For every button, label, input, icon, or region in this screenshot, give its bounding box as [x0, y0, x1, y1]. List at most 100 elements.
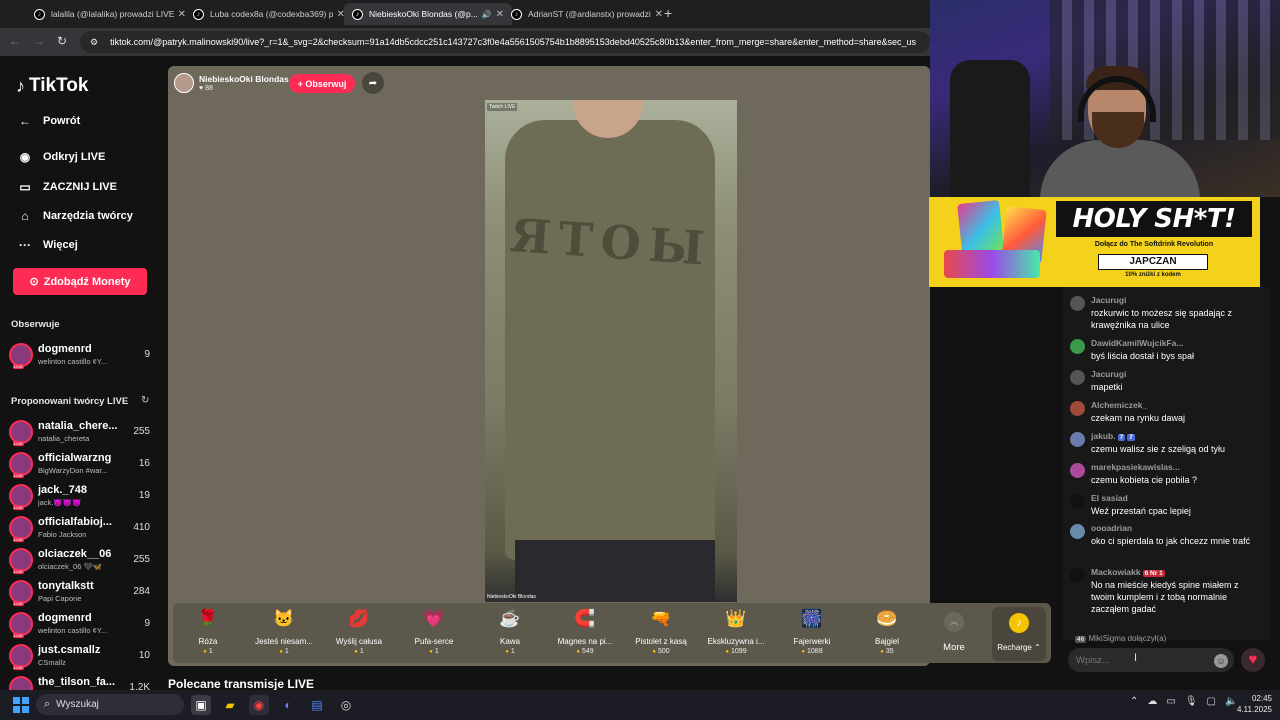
back-arrow-icon[interactable]: ←: [9, 34, 21, 48]
file-explorer-icon[interactable]: ▰: [220, 695, 240, 715]
gift-price: 35: [852, 648, 922, 655]
chat-username[interactable]: Alchemiczek_: [1091, 400, 1147, 410]
display-icon[interactable]: ▢: [1207, 696, 1216, 707]
discord-icon[interactable]: ◐: [278, 695, 298, 715]
speaker-icon[interactable]: 🔊: [482, 10, 492, 19]
chat-username[interactable]: jakub. 7 7: [1091, 431, 1135, 441]
browser-tab[interactable]: ♪ lalalila (@lalalika) prowadzi LIVE ✕: [26, 3, 194, 25]
ad-title: HOLY SH*T!: [1056, 201, 1252, 237]
chat-message-text: czemu walisz sie z szeligą od tyłu: [1091, 444, 1226, 454]
suggested-creator[interactable]: olciaczek__06 olciaczek_06 🖤🦋 255: [9, 546, 154, 576]
recharge-button[interactable]: ♪ Recharge ⌃: [992, 607, 1046, 661]
chat-username[interactable]: oooadrian: [1091, 523, 1132, 533]
video-player[interactable]: ЯTOЫ: [485, 100, 737, 602]
video-watermark-bottom: NiebieskoOki Blondas: [487, 594, 536, 600]
microphone-icon[interactable]: 🎙: [1185, 696, 1198, 707]
avatar[interactable]: [1070, 463, 1085, 478]
chat-username-text: DawidKamilWujcikFa...: [1091, 338, 1184, 348]
nav-more[interactable]: ··· Więcej: [16, 238, 78, 252]
avatar[interactable]: [1070, 568, 1085, 583]
follow-button[interactable]: + Obserwuj: [289, 74, 355, 93]
windows-start-icon[interactable]: [13, 697, 29, 713]
host-avatar[interactable]: [174, 73, 194, 93]
chevron-up-icon[interactable]: ⌃: [1130, 696, 1138, 707]
suggested-creator[interactable]: dogmenrd welinton castillo ¢Y... 9: [9, 610, 154, 640]
browser-tab[interactable]: ♪ Luba codex8a (@codexba369) prow ✕: [185, 3, 353, 25]
suggested-creator[interactable]: officialwarzng BigWarzyDon #war... 16: [9, 450, 154, 480]
chrome-icon[interactable]: ◉: [249, 695, 269, 715]
app-icon[interactable]: ▤: [307, 695, 327, 715]
share-icon[interactable]: ➦: [362, 72, 384, 94]
avatar[interactable]: [1070, 524, 1085, 539]
suggested-creator[interactable]: jack._748 jack.😈😈😈 19: [9, 482, 154, 512]
more-gifts-button[interactable]: ︿ More: [940, 612, 968, 653]
chat-username[interactable]: El sasiad: [1091, 493, 1128, 503]
like-heart-button[interactable]: ♥: [1241, 648, 1265, 672]
joined-notice: 46 MikiSigma dołączył(a): [1075, 634, 1167, 643]
cloud-icon[interactable]: ☁: [1147, 696, 1157, 707]
nav-start-live[interactable]: ▭ ZACZNIJ LIVE: [16, 180, 117, 194]
webcam-chair: [950, 60, 1030, 197]
nav-discover-live[interactable]: ◉ Odkryj LIVE: [16, 150, 106, 164]
tiktok-logo[interactable]: ♪ TikTok: [16, 75, 88, 97]
close-tab-icon[interactable]: ✕: [655, 9, 663, 20]
get-coins-button[interactable]: ⊙ Zdobądź Monety: [13, 268, 147, 295]
suggested-creator[interactable]: the_tilson_fa... 1,2K: [9, 674, 154, 690]
gift-item[interactable]: 🔫 Pistolet z kasą 500: [626, 607, 696, 655]
site-settings-icon[interactable]: ⚙: [90, 37, 98, 48]
gift-item[interactable]: 💗 Pufa-serce 1: [399, 607, 469, 655]
chat-username-text: Jacurugi: [1091, 295, 1127, 305]
chat-username[interactable]: marekpasiekawislas...: [1091, 462, 1180, 472]
chat-message-text: czemu kobieta cie pobila ?: [1091, 475, 1198, 485]
chat-message-text: Weź przestań cpac lepiej: [1091, 506, 1191, 516]
host-name[interactable]: NiebieskoOki Blondas: [199, 74, 289, 84]
emoji-icon[interactable]: ☺: [1214, 654, 1228, 668]
gift-item[interactable]: 🥯 Bajgiel 35: [852, 607, 922, 655]
gift-item[interactable]: ☕ Kawa 1: [475, 607, 545, 655]
chat-username-text: Jacurugi: [1091, 369, 1127, 379]
suggested-creator[interactable]: natalia_chere... natalia_chereta 255: [9, 418, 154, 448]
gift-item[interactable]: 🐱 Jesteś niesam... 1: [249, 607, 319, 655]
browser-tab[interactable]: ♪ AdrianST (@ardianstx) prowadzi ✕: [503, 3, 671, 25]
avatar[interactable]: [1070, 339, 1085, 354]
chat-username[interactable]: DawidKamilWujcikFa...: [1091, 338, 1183, 348]
chat-username[interactable]: Jacurugi: [1091, 369, 1126, 379]
back-link[interactable]: ← Powrót: [16, 114, 80, 128]
reload-icon[interactable]: ↻: [57, 34, 67, 48]
chat-username[interactable]: Jacurugi: [1091, 295, 1126, 305]
chat-username[interactable]: Mackowiakk 6 Nr 1: [1091, 567, 1165, 577]
suggested-creator[interactable]: just.csmallz CSmallz 10: [9, 642, 154, 672]
avatar[interactable]: [1070, 401, 1085, 416]
url-field[interactable]: ⚙ tiktok.com/@patryk.malinowski90/live?_…: [80, 31, 930, 53]
taskbar-clock[interactable]: 02:45 4.11.2025: [1228, 693, 1272, 715]
avatar[interactable]: [1070, 432, 1085, 447]
task-view-icon[interactable]: ▣: [191, 695, 211, 715]
gift-item[interactable]: 💋 Wyślij całusa 1: [324, 607, 394, 655]
forward-arrow-icon[interactable]: →: [33, 34, 45, 48]
gift-name: Wyślij całusa: [335, 637, 383, 646]
avatar[interactable]: [1070, 296, 1085, 311]
obs-icon[interactable]: ◎: [336, 695, 356, 715]
taskbar-search[interactable]: ⌕ Wyszukaj: [36, 694, 184, 715]
following-creator[interactable]: dogmenrd welinton castillo ¢Y... 9: [9, 341, 154, 371]
suggested-creator[interactable]: officialfabioj... Fabio Jackson 410: [9, 514, 154, 544]
new-tab-button[interactable]: +: [664, 5, 672, 21]
gift-name: Ekskluzywna i...: [707, 637, 765, 646]
refresh-icon[interactable]: ↻: [141, 395, 149, 406]
browser-tab-active[interactable]: ♪ NiebieskoOki Blondas (@p... 🔊 ✕: [344, 3, 512, 25]
nav-creator-tools[interactable]: ⌂ Narzędzia twórcy: [16, 209, 133, 223]
gift-item[interactable]: 🌹 Róża 1: [173, 607, 243, 655]
gift-name: Pistolet z kasą: [635, 637, 687, 646]
gift-price: 1: [324, 648, 394, 655]
suggested-creator[interactable]: tonytalkstt Papi Capone 284: [9, 578, 154, 608]
tiktok-icon: ♪: [34, 8, 45, 20]
gift-item[interactable]: 👑 Ekskluzywna i... 1099: [701, 607, 771, 655]
gift-item[interactable]: 🧲 Magnes na pi... 549: [550, 607, 620, 655]
host-avatar-wrap[interactable]: [174, 72, 194, 94]
gift-item[interactable]: 🎆 Fajerwerki 1088: [777, 607, 847, 655]
network-icon[interactable]: ▭: [1166, 696, 1175, 707]
gift-price: 1: [475, 648, 545, 655]
avatar[interactable]: [1070, 370, 1085, 385]
chat-message-text: rozkurwic to możesz się spadając z krawę…: [1091, 308, 1233, 330]
avatar[interactable]: [1070, 494, 1085, 509]
